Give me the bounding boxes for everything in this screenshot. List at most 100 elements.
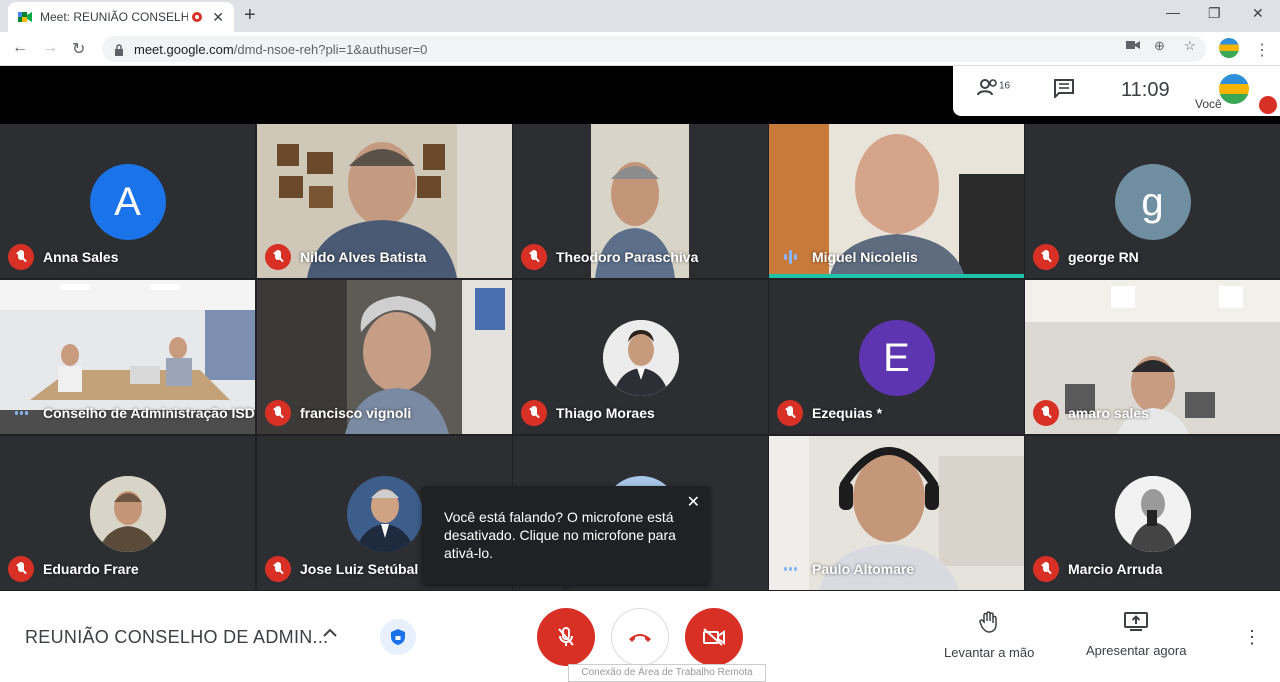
url-path: /dmd-nsoe-reh?pli=1&authuser=0 (233, 41, 428, 57)
participant-name: Jose Luiz Setúbal (300, 561, 419, 577)
tab-title: Meet: REUNIÃO CONSELHO (40, 10, 189, 24)
new-tab-button[interactable]: + (244, 4, 256, 27)
participant-tile-theodoro-paraschiva[interactable]: Theodoro Paraschiva (513, 124, 768, 278)
participant-name: Theodoro Paraschiva (556, 249, 699, 265)
participant-name: amaro sales (1068, 405, 1149, 421)
url-input[interactable]: meet.google.com/dmd-nsoe-reh?pli=1&authu… (102, 36, 1206, 62)
participant-tile-eduardo-frare[interactable]: Eduardo Frare (0, 436, 255, 590)
forward-arrow-icon[interactable]: → (42, 39, 58, 57)
mic-off-icon (265, 400, 291, 426)
camera-in-use-icon[interactable] (1126, 38, 1140, 53)
minimize-button[interactable]: — (1166, 4, 1180, 20)
present-now-button[interactable]: Apresentar agora (1086, 611, 1186, 658)
participant-tile-anna-sales[interactable]: A Anna Sales (0, 124, 255, 278)
bookmark-star-icon[interactable]: ☆ (1184, 38, 1196, 54)
toast-message: Você está falando? O microfone está desa… (444, 509, 676, 561)
participant-name: Thiago Moraes (556, 405, 655, 421)
participant-tile-marcio-arruda[interactable]: Marcio Arruda (1025, 436, 1280, 590)
reload-icon[interactable]: ↻ (72, 39, 85, 59)
participant-name: Ezequias * (812, 405, 883, 421)
mic-off-icon (558, 627, 574, 646)
participant-tile-ezequias[interactable]: E Ezequias * (769, 280, 1024, 434)
mic-toggle-button[interactable] (537, 608, 595, 666)
camera-toggle-button[interactable] (685, 608, 743, 666)
avatar: g (1114, 164, 1191, 240)
meet-favicon-icon (18, 11, 32, 23)
present-screen-icon (1086, 611, 1186, 637)
participant-name: Nildo Alves Batista (300, 249, 427, 265)
lock-icon (114, 44, 124, 56)
avatar: E (858, 320, 935, 396)
hang-up-icon (629, 634, 651, 642)
back-arrow-icon[interactable]: ← (12, 39, 28, 57)
self-avatar[interactable] (1219, 74, 1249, 104)
url-host: meet.google.com (134, 41, 234, 57)
participant-tile-thiago-moraes[interactable]: Thiago Moraes (513, 280, 768, 434)
mic-off-icon (777, 400, 803, 426)
participant-tile-conselho-isd[interactable]: Conselho de Administração ISD (0, 280, 255, 434)
raise-hand-button[interactable]: Levantar a mão (944, 611, 1034, 660)
participant-name: Conselho de Administração ISD (43, 405, 255, 421)
toast-close-icon[interactable]: ✕ (687, 494, 700, 512)
camera-off-icon (703, 628, 725, 646)
raise-hand-label: Levantar a mão (944, 645, 1035, 660)
recording-icon (192, 12, 203, 22)
tab-close-icon[interactable]: ✕ (212, 9, 224, 26)
chat-icon[interactable] (1053, 78, 1075, 104)
avatar: A (89, 164, 166, 240)
mic-off-icon (521, 244, 547, 270)
restore-button[interactable]: ❐ (1208, 5, 1221, 22)
participant-tile-george-rn[interactable]: g george RN (1025, 124, 1280, 278)
participant-name: Paulo Altomare (812, 561, 915, 577)
audio-active-icon (777, 556, 803, 582)
mic-off-icon (521, 400, 547, 426)
participant-name: Marcio Arruda (1068, 561, 1163, 577)
participant-tile-amaro-sales[interactable]: amaro sales (1025, 280, 1280, 434)
active-speaker-border (769, 274, 1024, 278)
mic-off-icon (1033, 244, 1059, 270)
host-controls-shield-icon[interactable] (380, 619, 416, 655)
avatar (346, 476, 423, 552)
browser-profile-avatar[interactable] (1219, 38, 1239, 58)
meeting-clock: 11:09 (1121, 79, 1170, 101)
mic-off-icon (1033, 556, 1059, 582)
participant-name: george RN (1068, 249, 1139, 265)
mic-off-icon (1033, 400, 1059, 426)
participant-tile-francisco-vignoli[interactable]: francisco vignoli (257, 280, 512, 434)
audio-active-icon (8, 400, 34, 426)
participant-name: Eduardo Frare (43, 561, 139, 577)
hand-icon (944, 611, 1034, 639)
present-now-label: Apresentar agora (1086, 643, 1187, 658)
leave-call-button[interactable] (611, 608, 669, 666)
participant-name: Miguel Nicolelis (812, 249, 918, 265)
browser-tab[interactable]: Meet: REUNIÃO CONSELHO ✕ (8, 2, 234, 32)
zoom-icon[interactable]: ⊕ (1154, 38, 1165, 54)
chevron-up-icon[interactable] (322, 624, 338, 642)
participants-icon[interactable]: 16 (977, 78, 1010, 102)
avatar (89, 476, 166, 552)
participant-name: Anna Sales (43, 249, 119, 265)
mic-off-icon (8, 244, 34, 270)
browser-tab-strip: Meet: REUNIÃO CONSELHO ✕ + — ❐ ✕ (0, 0, 1280, 32)
participant-tile-nildo-alves-batista[interactable]: Nildo Alves Batista (257, 124, 512, 278)
meeting-info-panel: 16 11:09 Você (953, 66, 1280, 116)
avatar (1114, 476, 1191, 552)
address-toolbar: ← → ↻ meet.google.com/dmd-nsoe-reh?pli=1… (0, 32, 1280, 66)
participant-name: francisco vignoli (300, 405, 412, 421)
participants-count: 16 (999, 80, 1011, 92)
participant-tile-paulo-altomare[interactable]: Paulo Altomare (769, 436, 1024, 590)
remote-desktop-tooltip: Conexão de Área de Trabalho Remota (568, 664, 766, 682)
self-muted-icon (1259, 96, 1277, 114)
mic-muted-toast: Você está falando? O microfone está desa… (422, 486, 710, 592)
avatar (602, 320, 679, 396)
self-label: Você (1195, 97, 1222, 111)
browser-menu-icon[interactable]: ⋮ (1254, 40, 1270, 60)
mic-off-icon (265, 244, 291, 270)
participant-tile-miguel-nicolelis[interactable]: Miguel Nicolelis (769, 124, 1024, 278)
mic-off-icon (265, 556, 291, 582)
speaking-indicator-icon (777, 244, 803, 270)
meeting-title[interactable]: REUNIÃO CONSELHO DE ADMIN... (25, 627, 328, 648)
window-close-button[interactable]: ✕ (1252, 5, 1264, 22)
more-options-icon[interactable]: ⋮ (1243, 627, 1261, 648)
mic-off-icon (8, 556, 34, 582)
